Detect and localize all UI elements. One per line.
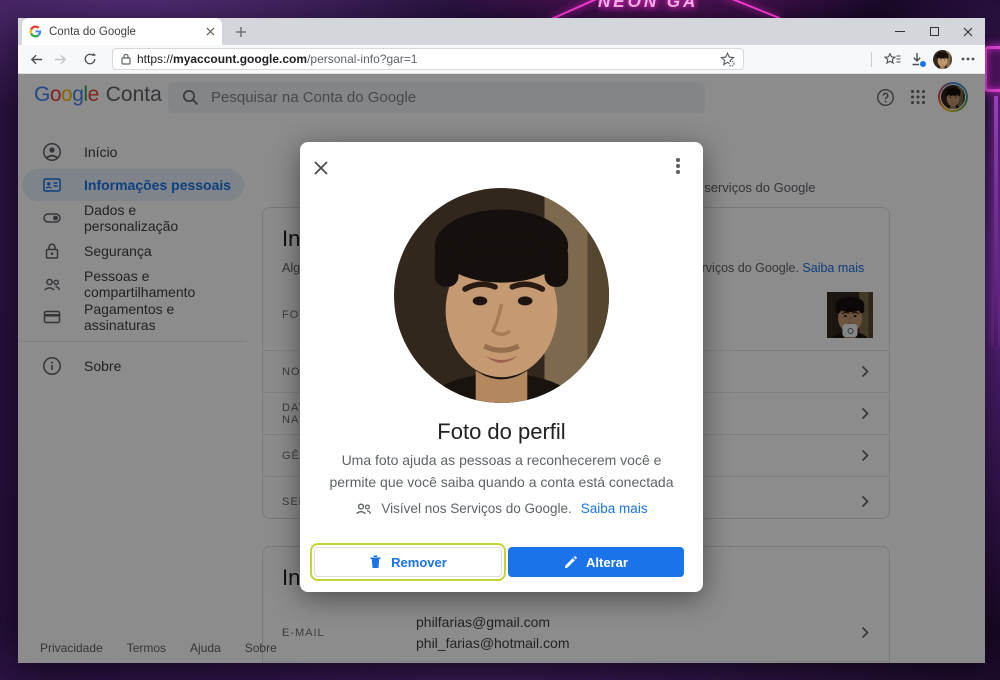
visibility-people-icon — [355, 502, 372, 516]
wallpaper-neon-frame — [984, 46, 1000, 92]
toolbar-right-icons — [868, 50, 979, 69]
new-tab-button[interactable] — [230, 21, 252, 43]
close-window-icon[interactable] — [951, 18, 985, 45]
modal-description-line: permite que você saiba quando a conta es… — [300, 472, 703, 494]
browser-window: Conta do Google — [18, 18, 985, 663]
url-bar[interactable]: https://myaccount.google.com/personal-in… — [112, 48, 744, 70]
remove-photo-button[interactable]: Remover — [314, 547, 502, 577]
profile-photo-large — [394, 188, 609, 403]
pencil-icon — [564, 556, 577, 569]
kebab-menu-icon[interactable] — [669, 157, 687, 175]
trash-icon — [369, 555, 382, 569]
modal-description: Uma foto ajuda as pessoas a reconhecerem… — [300, 450, 703, 493]
wallpaper-neon-line — [724, 0, 780, 19]
back-icon[interactable] — [24, 47, 48, 71]
more-menu-icon[interactable] — [961, 57, 975, 61]
profile-photo-modal: Foto do perfil Uma foto ajuda as pessoas… — [300, 142, 703, 592]
wallpaper-neon-strip — [994, 96, 998, 346]
download-icon[interactable] — [910, 52, 924, 66]
visibility-saiba-mais-link[interactable]: Saiba mais — [581, 501, 648, 516]
window-controls — [883, 18, 985, 45]
tab-title: Conta do Google — [49, 26, 199, 38]
tab-strip: Conta do Google — [18, 18, 985, 45]
bookmark-star-icon[interactable] — [720, 52, 735, 67]
lock-icon — [121, 53, 131, 65]
url-text: https://myaccount.google.com/personal-in… — [137, 52, 714, 66]
tab-close-icon[interactable] — [206, 27, 215, 36]
google-favicon — [29, 25, 42, 38]
remove-button-label: Remover — [391, 555, 447, 570]
wallpaper-neon-sign: NEON GA — [598, 0, 698, 12]
close-icon[interactable] — [308, 155, 334, 181]
refresh-icon[interactable] — [78, 47, 102, 71]
minimize-icon[interactable] — [883, 18, 917, 45]
forward-icon[interactable] — [48, 47, 72, 71]
visibility-text: Visível nos Serviços do Google. — [381, 501, 571, 516]
page-content: Google Conta — [18, 74, 985, 663]
change-photo-button[interactable]: Alterar — [508, 547, 684, 577]
change-button-label: Alterar — [586, 555, 628, 570]
favorites-icon[interactable] — [884, 52, 901, 67]
maximize-icon[interactable] — [917, 18, 951, 45]
browser-profile-avatar[interactable] — [933, 50, 952, 69]
toolbar-separator — [871, 52, 872, 67]
visibility-row: Visível nos Serviços do Google. Saiba ma… — [300, 501, 703, 516]
modal-description-line: Uma foto ajuda as pessoas a reconhecerem… — [300, 450, 703, 472]
browser-tab[interactable]: Conta do Google — [22, 18, 222, 45]
modal-title: Foto do perfil — [300, 419, 703, 445]
download-badge — [919, 60, 927, 68]
browser-toolbar: https://myaccount.google.com/personal-in… — [18, 45, 985, 74]
modal-actions: Remover Alterar — [314, 547, 684, 577]
